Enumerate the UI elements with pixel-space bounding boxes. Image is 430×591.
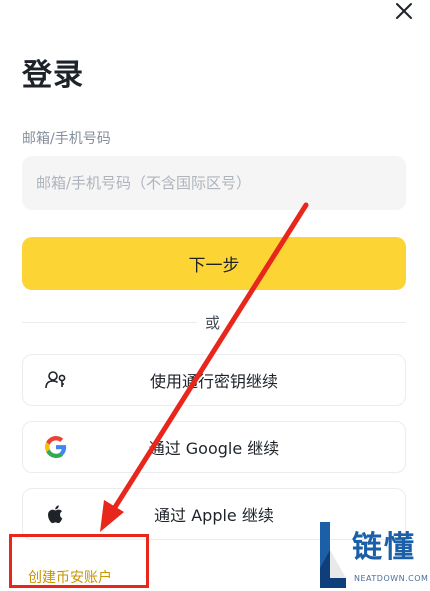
watermark-url: NEATDOWN.COM (354, 574, 429, 583)
apple-button-label: 通过 Apple 继续 (154, 506, 274, 525)
next-button[interactable]: 下一步 (22, 237, 406, 290)
close-icon[interactable] (392, 0, 416, 24)
passkey-button[interactable]: 使用通行密钥继续 (22, 354, 406, 406)
watermark: 链懂 NEATDOWN.COM (316, 520, 430, 591)
page-title: 登录 (22, 58, 84, 93)
watermark-text: 链懂 (352, 530, 416, 565)
email-label: 邮箱/手机号码 (22, 131, 111, 147)
next-button-label: 下一步 (188, 256, 240, 276)
passkey-icon (45, 369, 67, 391)
divider-text: 或 (197, 312, 229, 333)
email-input[interactable] (22, 156, 406, 210)
google-icon (45, 436, 67, 458)
passkey-button-label: 使用通行密钥继续 (149, 372, 278, 391)
google-button-label: 通过 Google 继续 (148, 439, 280, 458)
create-account-link[interactable]: 创建币安账户 (28, 567, 112, 587)
google-button[interactable]: 通过 Google 继续 (22, 421, 406, 473)
watermark-logo-icon (320, 522, 346, 588)
apple-icon (45, 503, 67, 525)
